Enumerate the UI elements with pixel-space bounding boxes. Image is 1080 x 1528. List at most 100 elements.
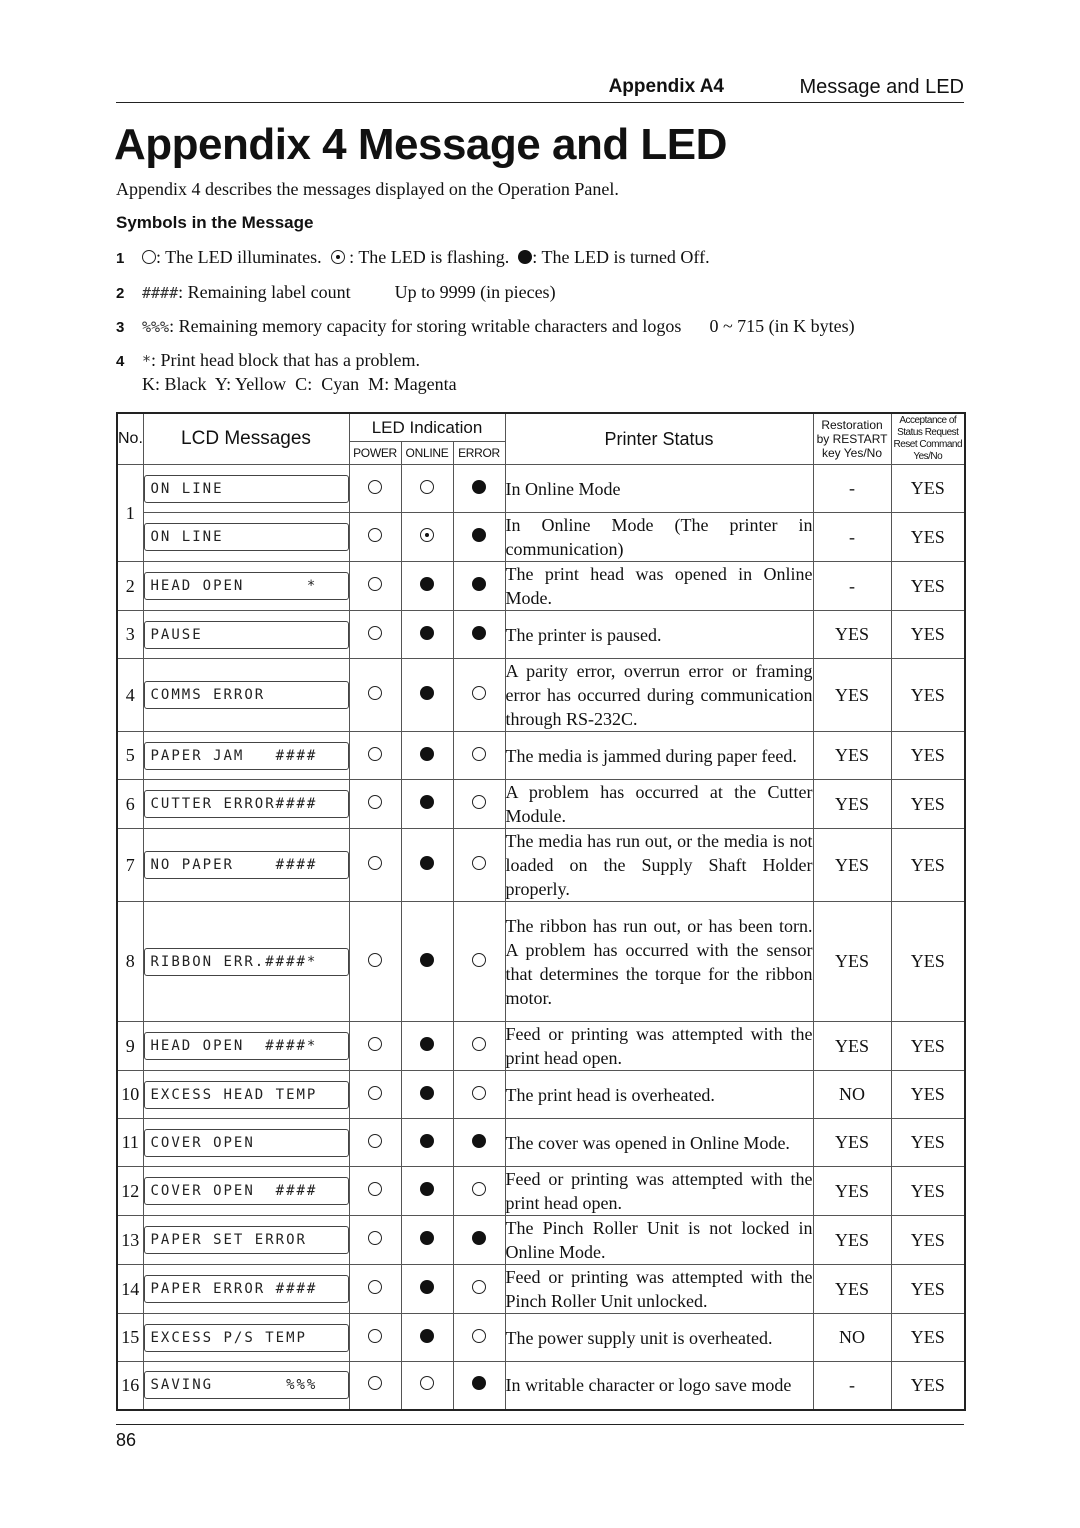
restoration-value: YES bbox=[812, 731, 892, 780]
led-illuminated-icon bbox=[368, 795, 382, 809]
table-row: 3 PAUSE The printer is paused. YES YES bbox=[116, 610, 966, 659]
page-title: Appendix 4 Message and LED bbox=[114, 120, 727, 169]
restoration-value: - bbox=[812, 512, 892, 562]
led-off-icon bbox=[472, 1376, 486, 1391]
table-row: 10 EXCESS HEAD TEMP The print head is over… bbox=[116, 1070, 966, 1119]
led-online-cell bbox=[400, 658, 454, 732]
led-off-icon bbox=[420, 577, 434, 591]
led-illuminated-icon bbox=[368, 625, 382, 640]
restoration-value: YES bbox=[812, 658, 892, 732]
led-error-cell bbox=[452, 779, 506, 829]
acceptance-value: YES bbox=[890, 731, 966, 780]
led-online-cell bbox=[400, 1021, 454, 1071]
led-illuminated-icon bbox=[472, 1085, 486, 1100]
item-number: 1 bbox=[116, 250, 125, 267]
led-illuminated-icon bbox=[368, 528, 382, 542]
restoration-value: - bbox=[812, 561, 892, 611]
led-error-cell bbox=[452, 1166, 506, 1216]
led-illuminated-icon bbox=[472, 1182, 486, 1196]
led-power-cell bbox=[348, 1215, 402, 1265]
restoration-value: YES bbox=[812, 1215, 892, 1265]
symbol-item-4: 4 *: Print head block that has a problem. bbox=[116, 350, 420, 371]
row-number: 6 bbox=[116, 779, 144, 829]
led-online-cell bbox=[400, 1313, 454, 1362]
led-power-cell bbox=[348, 658, 402, 732]
led-off-icon bbox=[420, 1231, 434, 1245]
printer-status: A parity error, overrun error or framing… bbox=[504, 658, 814, 732]
led-error-cell bbox=[452, 1361, 506, 1410]
row-number: 2 bbox=[116, 561, 144, 611]
row-number: 1 bbox=[116, 464, 144, 562]
led-power-cell bbox=[348, 1118, 402, 1167]
led-off-icon bbox=[420, 1328, 434, 1343]
col-restoration: Restoration by RESTART key Yes/No bbox=[812, 412, 892, 465]
printer-status: The media is jammed during paper feed. bbox=[504, 731, 814, 780]
led-illuminated-icon bbox=[420, 479, 434, 494]
restoration-value: NO bbox=[812, 1313, 892, 1362]
led-off-icon bbox=[472, 625, 486, 640]
led-power-cell bbox=[348, 1021, 402, 1071]
led-illuminated-icon bbox=[472, 795, 486, 809]
led-online-cell bbox=[400, 901, 454, 1022]
printer-status: The Pinch Roller Unit is not locked in O… bbox=[504, 1215, 814, 1265]
led-off-icon bbox=[472, 1133, 486, 1148]
led-online-cell bbox=[400, 1166, 454, 1216]
row-number: 9 bbox=[116, 1021, 144, 1071]
led-illuminated-icon bbox=[368, 577, 382, 591]
symbol-desc: : Print head block that has a problem. bbox=[151, 350, 420, 370]
led-error-cell bbox=[452, 1021, 506, 1071]
lcd-message: CUTTER ERROR#### bbox=[143, 790, 349, 818]
symbol-desc: : Remaining label count bbox=[178, 282, 351, 302]
row-number: 3 bbox=[116, 610, 144, 659]
restoration-value: YES bbox=[812, 828, 892, 902]
led-flash-desc: : The LED is flashing. bbox=[349, 247, 510, 267]
led-on-desc: : The LED illuminates. bbox=[156, 247, 322, 267]
led-off-icon bbox=[420, 625, 434, 640]
lcd-message: COMMS ERROR bbox=[143, 681, 349, 709]
led-error-cell bbox=[452, 1313, 506, 1362]
acceptance-value: YES bbox=[890, 1166, 966, 1216]
acceptance-value: YES bbox=[890, 1361, 966, 1410]
led-power-cell bbox=[348, 1070, 402, 1119]
led-power-cell bbox=[348, 464, 402, 513]
intro-text: Appendix 4 describes the messages displa… bbox=[116, 179, 619, 199]
row-number: 16 bbox=[116, 1361, 144, 1410]
lcd-cell: COVER OPEN #### bbox=[142, 1166, 350, 1216]
printer-status: Feed or printing was attempted with the … bbox=[504, 1264, 814, 1314]
printer-status: A problem has occurred at the Cutter Mod… bbox=[504, 779, 814, 829]
table-row: 9 HEAD OPEN ####* Feed or printing was att… bbox=[116, 1021, 966, 1071]
led-illuminated-icon bbox=[368, 1133, 382, 1148]
led-illuminated-icon bbox=[472, 686, 486, 700]
led-power-cell bbox=[348, 512, 402, 562]
lcd-message: SAVING %%% bbox=[143, 1371, 349, 1400]
symbol-item-1: 1 : The LED illuminates. : The LED is fla… bbox=[116, 247, 710, 268]
led-power-cell bbox=[348, 1264, 402, 1314]
led-error-cell bbox=[452, 1070, 506, 1119]
table-row: 11 COVER OPEN The cover was opened in Onli… bbox=[116, 1118, 966, 1167]
restoration-value: - bbox=[812, 1361, 892, 1410]
led-illuminated-icon bbox=[472, 1037, 486, 1051]
row-number: 11 bbox=[116, 1118, 144, 1167]
col-power: POWER bbox=[348, 441, 402, 465]
table-row: ON LINE In Online Mode (The printer in co… bbox=[117, 512, 966, 562]
lcd-message: PAUSE bbox=[143, 620, 349, 649]
symbol-glyph: %%% bbox=[142, 318, 170, 336]
led-illuminated-icon bbox=[368, 1328, 382, 1343]
message-table: No. LCD Messages LED Indication Printer … bbox=[116, 412, 967, 1411]
led-illuminated-icon bbox=[368, 686, 382, 700]
led-error-cell bbox=[452, 658, 506, 732]
item-number: 3 bbox=[116, 319, 125, 336]
restoration-value: YES bbox=[812, 1166, 892, 1216]
printer-status: The media has run out, or the media is n… bbox=[504, 828, 814, 902]
led-illuminated-icon bbox=[472, 856, 486, 870]
row-number: 10 bbox=[116, 1070, 144, 1119]
table-row: 4 COMMS ERROR A parity error, overrun erro… bbox=[116, 658, 966, 732]
table-row: 8 RIBBON ERR.####* The ribbon has run out,… bbox=[116, 901, 966, 1022]
symbol-glyph: #### bbox=[142, 284, 179, 302]
table-row: 7 NO PAPER #### The media has run out, or … bbox=[116, 828, 966, 902]
led-power-cell bbox=[348, 828, 402, 902]
acceptance-value: YES bbox=[890, 1070, 966, 1119]
printer-status: Feed or printing was attempted with the … bbox=[504, 1021, 814, 1071]
lcd-cell: SAVING %%% bbox=[142, 1361, 350, 1410]
symbol-item-2: 2 ####: Remaining label count Up to 9999 (… bbox=[116, 282, 556, 303]
